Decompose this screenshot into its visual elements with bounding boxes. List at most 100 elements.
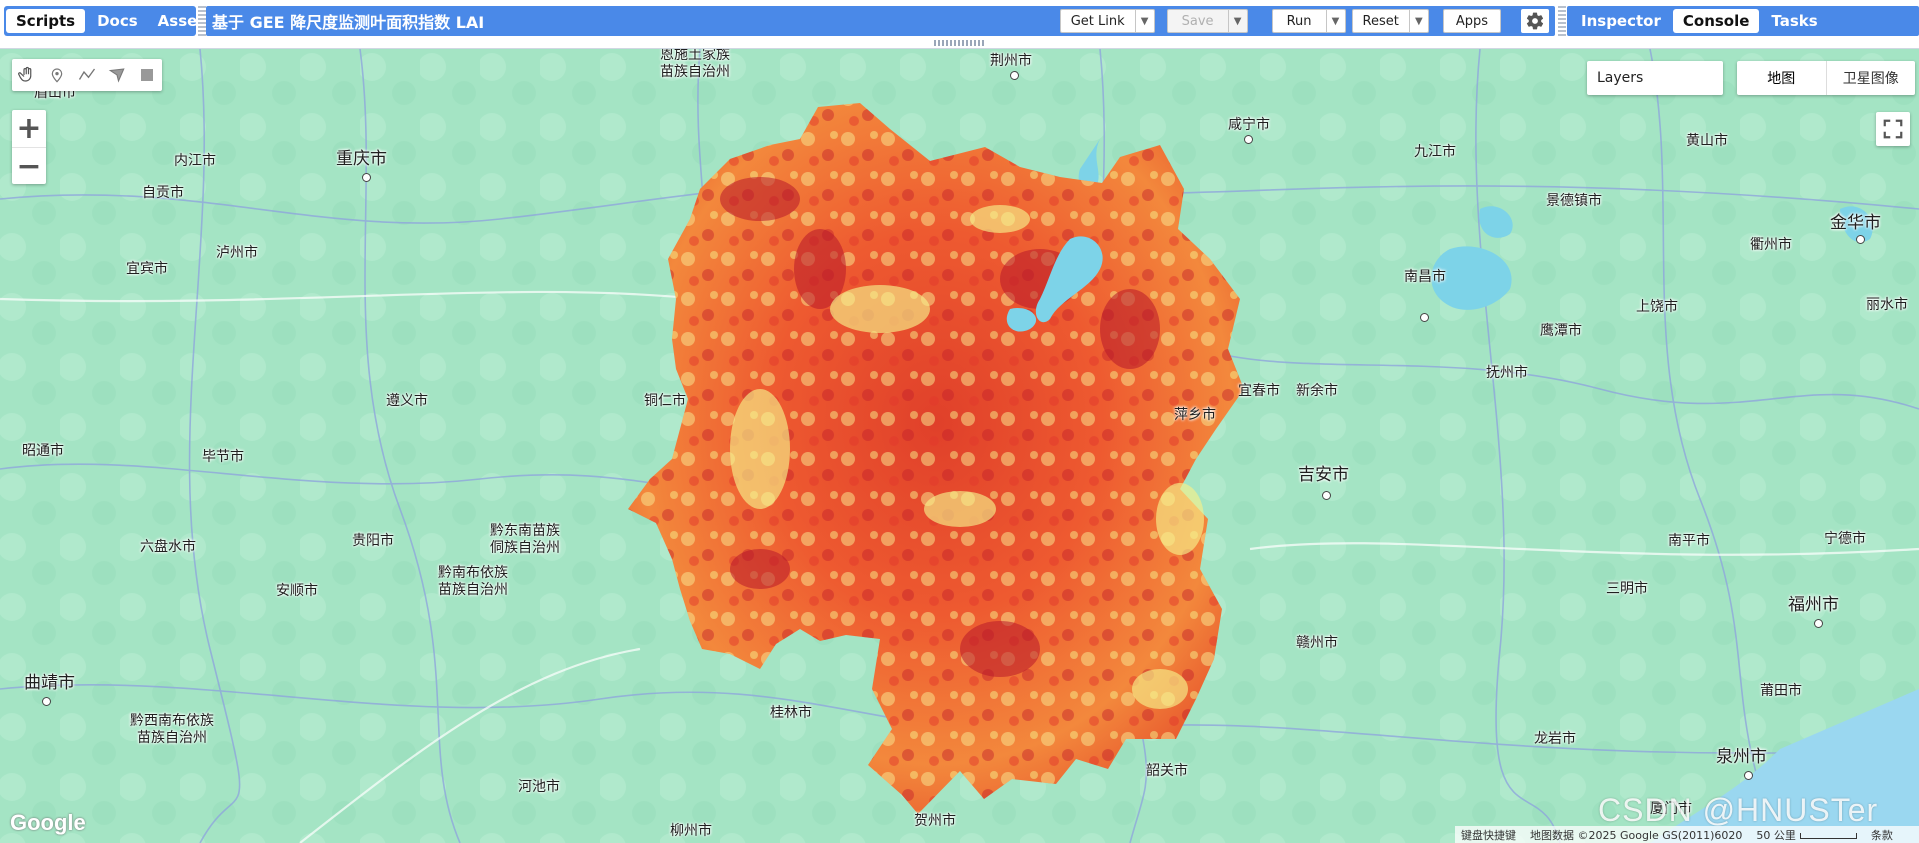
city-marker <box>1244 135 1253 144</box>
polyline-icon <box>78 68 96 80</box>
place-label: 赣州市 <box>1296 635 1338 651</box>
editor-toolbar: 基于 GEE 降尺度监测叶面积指数 LAI Get Link ▼ Save ▼ … <box>206 6 1555 36</box>
tab-scripts[interactable]: Scripts <box>6 9 86 33</box>
run-label: Run <box>1286 13 1312 29</box>
keyboard-shortcuts-link[interactable]: 键盘快捷键 <box>1461 827 1516 843</box>
google-logo: Google <box>10 810 86 835</box>
map-type-roadmap-button[interactable]: 地图 <box>1737 61 1827 95</box>
place-label: 宜宾市 <box>126 261 168 277</box>
city-marker <box>1814 619 1823 628</box>
tab-console[interactable]: Console <box>1672 9 1760 33</box>
map-data-credit: 地图数据 ©2025 Google GS(2011)6020 <box>1530 828 1743 842</box>
place-label: 鹰潭市 <box>1540 323 1582 339</box>
place-label: 九江市 <box>1414 144 1456 160</box>
chevron-down-icon[interactable]: ▼ <box>1408 10 1428 32</box>
place-label: 南昌市 <box>1404 269 1446 285</box>
place-label: 金华市 <box>1830 213 1881 233</box>
place-label: 宁德市 <box>1824 531 1866 547</box>
place-label: 丽水市 <box>1866 297 1908 313</box>
rectangle-tool-button[interactable] <box>132 59 162 91</box>
pan-tool-button[interactable] <box>12 59 42 91</box>
place-label: 三明市 <box>1606 581 1648 597</box>
zoom-out-button[interactable]: − <box>12 148 46 185</box>
place-label: 六盘水市 <box>140 539 196 555</box>
place-label: 安顺市 <box>276 583 318 599</box>
city-marker <box>1856 235 1865 244</box>
settings-button[interactable] <box>1521 9 1549 33</box>
place-label: 上饶市 <box>1636 299 1678 315</box>
place-label: 曲靖市 <box>24 673 75 693</box>
place-label: 韶关市 <box>1146 763 1188 779</box>
basemap <box>0 49 1919 843</box>
place-label: 泉州市 <box>1716 747 1767 767</box>
polygon-tool-button[interactable] <box>102 59 132 91</box>
left-panel-tabs: Scripts Docs Asse <box>4 6 196 36</box>
map-resize-handle[interactable] <box>934 40 986 46</box>
city-marker <box>1322 491 1331 500</box>
place-label: 泸州市 <box>216 245 258 261</box>
place-label: 南平市 <box>1668 533 1710 549</box>
tab-assets[interactable]: Asse <box>148 9 196 33</box>
place-label: 景德镇市 <box>1546 193 1602 209</box>
terms-link[interactable]: 条款 <box>1871 827 1893 843</box>
chevron-down-icon[interactable]: ▼ <box>1227 10 1247 32</box>
reset-label: Reset <box>1362 13 1399 29</box>
place-label: 龙岩市 <box>1534 731 1576 747</box>
script-title: 基于 GEE 降尺度监测叶面积指数 LAI <box>212 13 485 32</box>
place-label: 昭通市 <box>22 443 64 459</box>
map-attribution: 键盘快捷键 地图数据 ©2025 Google GS(2011)6020 50 … <box>1455 826 1919 843</box>
place-label: 抚州市 <box>1486 365 1528 381</box>
run-button[interactable]: Run ▼ <box>1271 9 1346 33</box>
place-label: 黔东南苗族苗族自治州侗族自治州 <box>490 523 560 556</box>
map-canvas[interactable]: 恩施土家族 苗族自治州 荆州市 咸宁市 九江市 黄山市 内江市 重庆市 自贡市 景… <box>0 49 1919 843</box>
place-label: 桂林市 <box>770 705 812 721</box>
zoom-in-button[interactable]: + <box>12 110 46 148</box>
right-panel-resize-handle[interactable] <box>1558 6 1566 36</box>
apps-label: Apps <box>1455 13 1488 29</box>
place-label: 遵义市 <box>386 393 428 409</box>
point-tool-button[interactable] <box>42 59 72 91</box>
place-label: 重庆市 <box>336 149 387 169</box>
chevron-down-icon[interactable]: ▼ <box>1134 10 1154 32</box>
tab-tasks[interactable]: Tasks <box>1761 9 1827 33</box>
code-editor-header: Scripts Docs Asse 基于 GEE 降尺度监测叶面积指数 LAI … <box>0 0 1919 49</box>
rectangle-icon <box>141 69 153 81</box>
place-label: 黄山市 <box>1686 133 1728 149</box>
map-type-satellite-button[interactable]: 卫星图像 <box>1827 61 1916 95</box>
place-label: 衢州市 <box>1750 237 1792 253</box>
place-label: 宜春市 <box>1238 383 1280 399</box>
hand-icon <box>18 66 32 82</box>
place-label: 铜仁市 <box>644 393 686 409</box>
city-marker <box>1744 771 1753 780</box>
apps-button[interactable]: Apps <box>1442 9 1501 33</box>
left-panel-resize-handle[interactable] <box>198 6 206 36</box>
place-label: 自贡市 <box>142 185 184 201</box>
map-pin-icon <box>51 68 63 83</box>
fullscreen-button[interactable] <box>1876 112 1910 146</box>
tab-inspector[interactable]: Inspector <box>1571 9 1671 33</box>
city-marker <box>362 173 371 182</box>
scale-indicator[interactable]: 50 公里 <box>1756 827 1857 843</box>
line-tool-button[interactable] <box>72 59 102 91</box>
city-marker <box>1010 71 1019 80</box>
get-link-button[interactable]: Get Link ▼ <box>1059 9 1155 33</box>
save-button[interactable]: Save ▼ <box>1166 9 1248 33</box>
place-label: 咸宁市 <box>1228 117 1270 133</box>
layers-button[interactable]: Layers <box>1587 61 1723 95</box>
right-panel-tabs: Inspector Console Tasks <box>1567 6 1919 36</box>
watermark: CSDN @HNUSTer <box>1598 792 1879 828</box>
place-label: 荆州市 <box>990 53 1032 69</box>
place-label: 黔西南布依族 苗族自治州 <box>130 713 214 746</box>
get-link-label: Get Link <box>1070 13 1125 29</box>
fullscreen-icon <box>1883 119 1903 139</box>
chevron-down-icon[interactable]: ▼ <box>1325 10 1345 32</box>
place-label: 贵阳市 <box>352 533 394 549</box>
drawing-tools <box>12 59 162 91</box>
place-label: 萍乡市 <box>1174 407 1216 423</box>
tab-docs[interactable]: Docs <box>87 9 148 33</box>
place-label: 莆田市 <box>1760 683 1802 699</box>
reset-button[interactable]: Reset ▼ <box>1351 9 1429 33</box>
city-marker <box>42 697 51 706</box>
save-label: Save <box>1181 13 1214 29</box>
map-type-control: 地图 卫星图像 <box>1737 61 1915 95</box>
